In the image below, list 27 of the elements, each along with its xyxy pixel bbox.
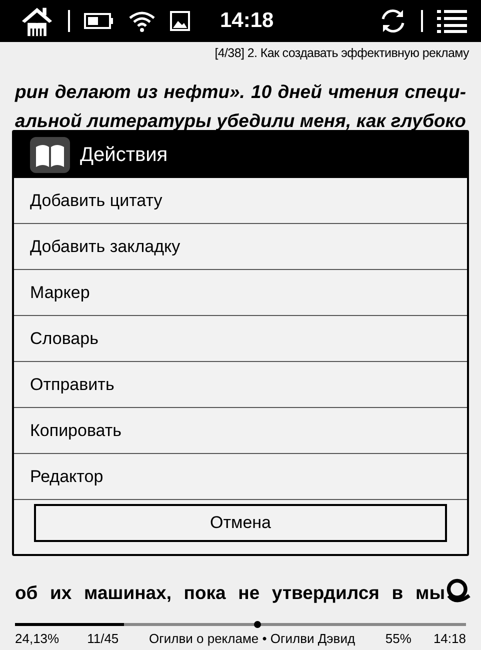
status-time: 14:18 — [220, 9, 274, 33]
home-icon[interactable] — [20, 5, 54, 37]
book-icon — [30, 137, 70, 173]
book-text: об их машинах, пока не утвердился в мы — [15, 581, 445, 605]
footer-time: 14:18 — [433, 631, 466, 646]
menu-item[interactable]: Отправить — [14, 362, 467, 408]
cancel-button[interactable]: Отмена — [34, 504, 447, 542]
book-text: альной литературы убедили меня, как глубоко — [15, 109, 466, 133]
book-title: Огилви о рекламе • Огилви Дэвид — [148, 631, 356, 646]
page-number: 11/45 — [87, 631, 119, 646]
menu-item[interactable]: Добавить закладку — [14, 224, 467, 270]
menu-icon[interactable] — [437, 8, 467, 34]
progress-percent: 24,13% — [15, 631, 60, 646]
refresh-icon[interactable] — [379, 7, 407, 35]
menu-item[interactable]: Редактор — [14, 454, 467, 500]
menu-item[interactable]: Словарь — [14, 316, 467, 362]
dialog-title: Действия — [80, 144, 168, 166]
book-text: рин делают из нефти». 10 дней чтения специ- — [15, 80, 466, 104]
gesture-icon[interactable] — [445, 577, 473, 605]
wifi-icon — [128, 10, 156, 32]
menu-item[interactable]: Копировать — [14, 408, 467, 454]
battery-percent: 55% — [385, 631, 412, 646]
image-icon — [170, 11, 190, 31]
chapter-header: [4/38] 2. Как создавать эффективную рекламу — [214, 45, 470, 62]
menu-item[interactable]: Маркер — [14, 270, 467, 316]
battery-icon — [84, 13, 114, 29]
menu-item[interactable]: Добавить цитату — [14, 178, 467, 224]
